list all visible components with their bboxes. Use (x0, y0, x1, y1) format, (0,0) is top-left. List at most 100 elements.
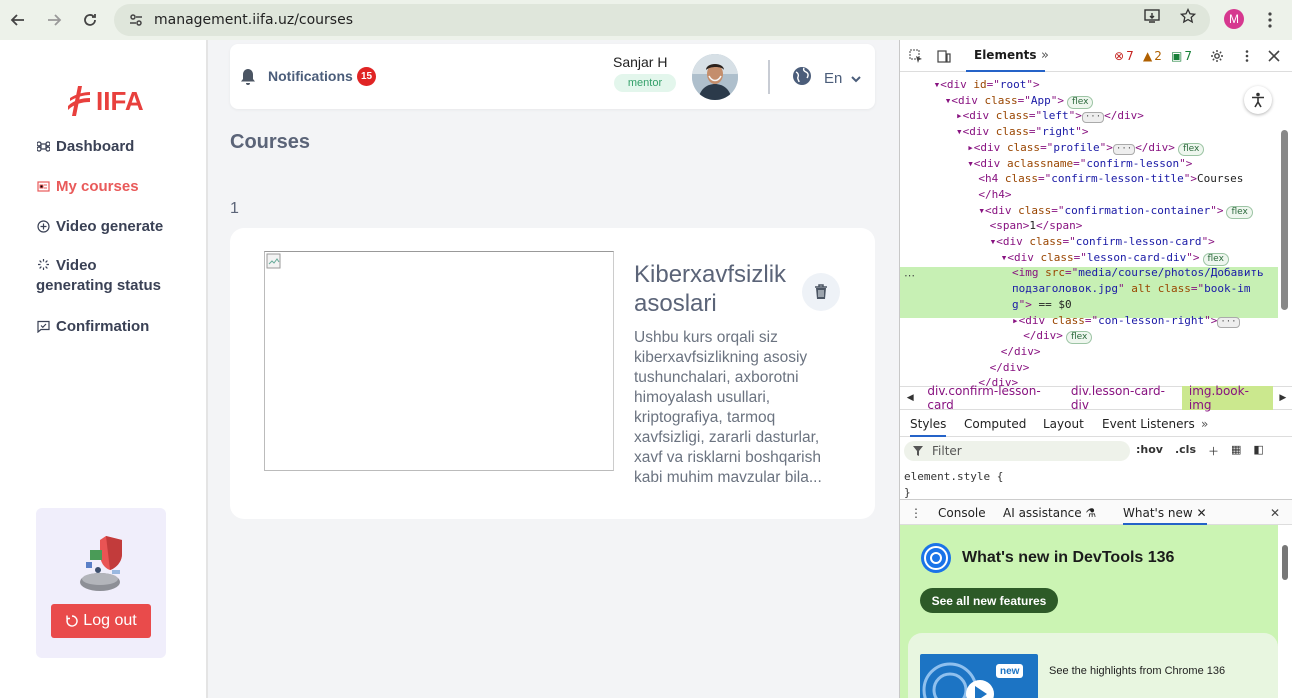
flask-icon: ⚗ (1085, 506, 1097, 520)
breadcrumb-item[interactable]: div.lesson-card-div (1064, 384, 1182, 412)
dom-node-line[interactable]: g"> == $0 (1012, 297, 1278, 313)
highlights-card[interactable]: new See the highlights from Chrome 136 (908, 633, 1278, 698)
dom-token: =" (1040, 140, 1054, 154)
hov-toggle[interactable]: :hov (1136, 443, 1163, 459)
delete-course-button[interactable] (802, 273, 840, 311)
tab-whats-new[interactable]: What's new ✕ (1123, 506, 1207, 525)
bell-icon[interactable] (240, 68, 256, 86)
dom-node-line[interactable]: <h4 class="confirm-lesson-title">Courses (978, 171, 1278, 187)
flex-badge[interactable]: flex (1226, 205, 1253, 219)
warning-count[interactable]: ▲ 2 (1143, 49, 1162, 63)
language-select[interactable]: En (824, 70, 842, 87)
collapsed-children-icon[interactable]: ··· (1081, 112, 1105, 124)
back-button[interactable] (0, 2, 36, 38)
flex-badge[interactable]: flex (1177, 142, 1205, 156)
inspect-element-icon[interactable] (909, 49, 923, 63)
address-bar[interactable]: management.iifa.uz/courses (114, 4, 1210, 36)
collapsed-children-icon[interactable]: ··· (1217, 316, 1240, 328)
sidebar-toggle-icon[interactable]: ◧ (1253, 443, 1263, 459)
more-style-tabs-icon[interactable]: » (1201, 417, 1208, 431)
styles-filter-input[interactable]: Filter (904, 441, 1130, 461)
logout-button[interactable]: Log out (51, 604, 151, 638)
install-app-icon[interactable] (1144, 8, 1160, 24)
chevron-down-icon[interactable] (850, 73, 862, 85)
dom-tree[interactable]: ▾<div id="root"> ▾<div class="App"> flex ▸<… (900, 72, 1278, 386)
dom-node-line[interactable]: </div> (1001, 344, 1278, 360)
tab-event-listeners[interactable]: Event Listeners (1102, 417, 1195, 431)
gear-icon[interactable] (1210, 49, 1224, 63)
collapsed-children-icon[interactable]: ··· (1112, 143, 1136, 155)
tab-console[interactable]: Console (938, 506, 986, 520)
tab-ai-assistance[interactable]: AI assistance ⚗ (1003, 506, 1096, 520)
sidebar-item-my-courses[interactable]: My courses (37, 178, 139, 195)
kebab-menu-icon[interactable] (1240, 49, 1254, 63)
dom-node-line[interactable]: ▸<div class="con-lesson-right"> ··· (1012, 313, 1278, 329)
error-count[interactable]: ⊗ 7 (1114, 49, 1134, 63)
close-drawer-icon[interactable]: ✕ (1270, 506, 1280, 520)
element-style-rule[interactable]: element.style { } (904, 469, 1003, 501)
close-tab-icon[interactable]: ✕ (1197, 506, 1207, 520)
bookmark-star-icon[interactable] (1180, 8, 1196, 24)
dom-node-line[interactable]: ▸<div class="profile"> ··· </div> flex (967, 140, 1278, 156)
dom-scrollbar[interactable] (1281, 130, 1288, 310)
close-icon[interactable] (1267, 49, 1281, 63)
dom-node-line[interactable]: <span>1</span> (990, 218, 1278, 234)
breadcrumb-left-arrow-icon[interactable]: ◀ (900, 386, 920, 410)
drawer-menu-icon[interactable]: ⋮ (910, 506, 922, 520)
breadcrumb-right-arrow-icon[interactable]: ▶ (1273, 386, 1292, 410)
dom-token: "> (1018, 297, 1032, 311)
see-all-features-button[interactable]: See all new features (920, 588, 1058, 613)
forward-button[interactable] (36, 2, 72, 38)
tab-computed[interactable]: Computed (964, 417, 1026, 431)
site-settings-icon[interactable] (128, 12, 144, 28)
accessibility-tree-button[interactable] (1244, 86, 1272, 114)
tab-layout[interactable]: Layout (1043, 417, 1084, 431)
dom-token: ▸<div (956, 109, 996, 123)
dom-node-line[interactable]: ▾<div class="App"> flex (945, 93, 1278, 109)
dom-token: == $0 (1031, 297, 1072, 311)
flex-badge[interactable]: flex (1067, 95, 1094, 109)
dom-token: =" (1084, 313, 1099, 327)
sidebar-item-video-status[interactable]: Video generating status (36, 256, 161, 296)
cls-toggle[interactable]: .cls (1175, 443, 1196, 459)
dom-token: =" (1038, 172, 1052, 186)
role-badge: mentor (614, 74, 676, 92)
sidebar-item-dashboard[interactable]: Dashboard (37, 138, 134, 155)
paint-icon[interactable]: ▦ (1231, 443, 1241, 459)
avatar[interactable] (692, 54, 738, 100)
dom-node-line[interactable]: ▾<div class="right"> (956, 124, 1278, 140)
breadcrumb-item-selected[interactable]: img.book-img (1181, 384, 1273, 412)
profile-avatar[interactable]: M (1224, 9, 1244, 29)
kebab-menu-icon[interactable] (1262, 10, 1278, 30)
tab-styles[interactable]: Styles (910, 417, 947, 437)
flex-badge[interactable]: flex (1065, 331, 1093, 345)
dom-node-line[interactable]: ▾<div id="root"> (934, 77, 1278, 93)
dom-node-line[interactable]: ▾<div class="confirmation-container"> fle… (978, 203, 1278, 219)
sidebar-item-video-generate[interactable]: Video generate (37, 218, 163, 235)
logo[interactable]: IIFA (66, 84, 144, 118)
trash-icon (815, 284, 827, 299)
dom-node-line[interactable]: ▾<div class="confirm-lesson-card"> (990, 234, 1278, 250)
message-count[interactable]: ▣ 7 (1171, 49, 1192, 63)
notifications-label[interactable]: Notifications (268, 68, 353, 84)
dom-node-line[interactable]: подзаголовок.jpg" alt class="book-im (1012, 281, 1278, 297)
new-style-rule-icon[interactable]: ＋ (1208, 443, 1219, 459)
more-tabs-icon[interactable]: » (1041, 48, 1049, 63)
dom-node-line[interactable]: </div> flex (1023, 328, 1278, 345)
dom-node-line[interactable]: <img src="media/course/photos/Добавить (1012, 265, 1278, 281)
whats-new-scrollbar[interactable] (1282, 545, 1288, 580)
dom-node-line[interactable]: ▾<div aclassname="confirm-lesson"> (967, 156, 1278, 172)
dom-node-line[interactable]: ▸<div class="left"> ··· </div> (956, 108, 1278, 124)
flex-badge[interactable]: flex (1202, 252, 1229, 266)
globe-icon[interactable] (792, 66, 812, 86)
lesson-card[interactable]: Kiberxavfsizlik asoslari Ushbu kurs orqa… (230, 228, 875, 519)
breadcrumb-item[interactable]: div.confirm-lesson-card (920, 384, 1063, 412)
tab-elements[interactable]: Elements (966, 40, 1045, 72)
device-toolbar-icon[interactable] (937, 49, 951, 63)
dom-node-line[interactable]: ▾<div class="lesson-card-div"> flex (1001, 250, 1278, 266)
dom-node-line[interactable]: </h4> (978, 187, 1278, 203)
reload-button[interactable] (72, 2, 108, 38)
node-ellipsis-icon[interactable]: ⋯ (904, 268, 915, 284)
dom-node-line[interactable]: </div> (990, 360, 1278, 376)
sidebar-item-confirmation[interactable]: Confirmation (37, 318, 149, 335)
